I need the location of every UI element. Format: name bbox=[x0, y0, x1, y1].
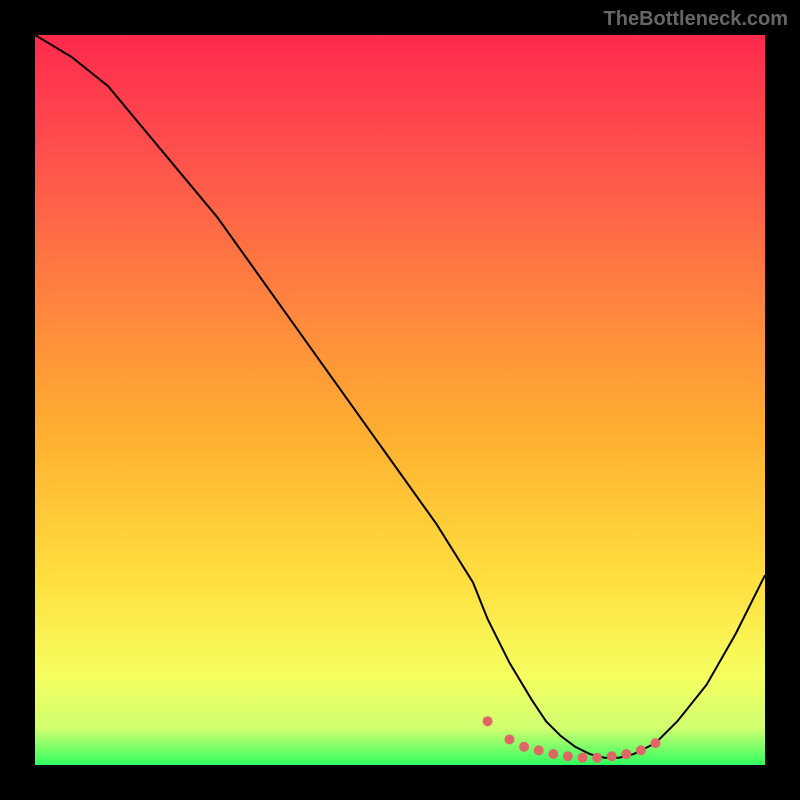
marker-dot bbox=[578, 753, 588, 763]
marker-dot bbox=[592, 753, 602, 763]
gradient-background bbox=[35, 35, 765, 765]
chart-svg bbox=[35, 35, 765, 765]
marker-dot bbox=[621, 749, 631, 759]
marker-dot bbox=[651, 738, 661, 748]
marker-dot bbox=[563, 751, 573, 761]
marker-dot bbox=[548, 749, 558, 759]
marker-dot bbox=[483, 716, 493, 726]
plot-area bbox=[35, 35, 765, 765]
marker-dot bbox=[636, 745, 646, 755]
marker-dot bbox=[607, 751, 617, 761]
marker-dot bbox=[505, 734, 515, 744]
marker-dot bbox=[534, 745, 544, 755]
marker-dot bbox=[519, 742, 529, 752]
chart-container: TheBottleneck.com bbox=[0, 0, 800, 800]
attribution-label: TheBottleneck.com bbox=[604, 8, 788, 31]
